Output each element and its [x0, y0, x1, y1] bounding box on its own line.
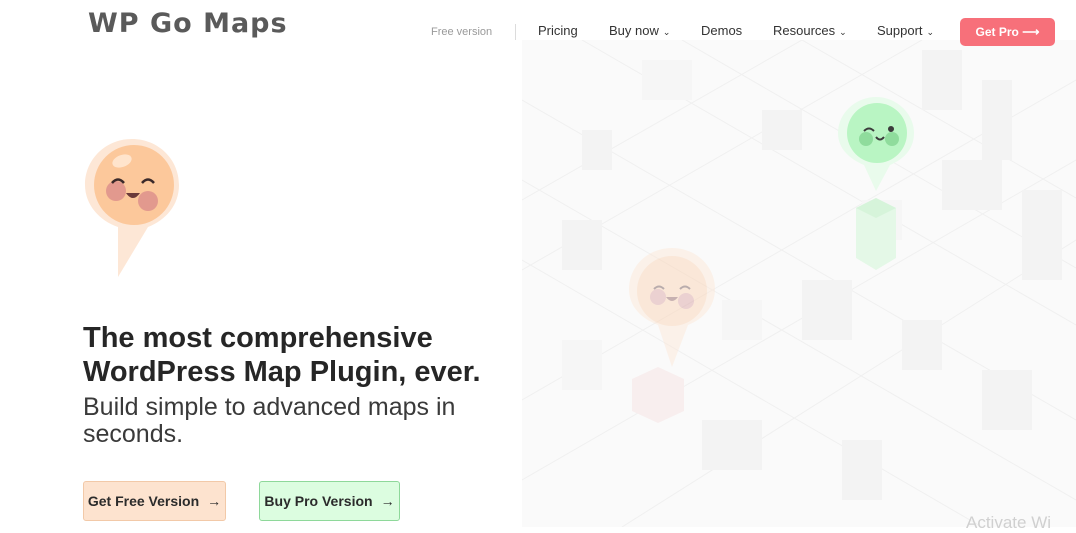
nav-item-buy-now[interactable]: Buy now ⌄ [609, 23, 670, 38]
buy-pro-version-button[interactable]: Buy Pro Version → [259, 481, 400, 521]
nav-item-demos[interactable]: Demos [701, 23, 742, 38]
background-city-illustration [522, 40, 1076, 527]
buy-pro-version-label: Buy Pro Version [264, 493, 373, 509]
activate-windows-watermark: Activate Wi [966, 513, 1052, 532]
get-free-version-label: Get Free Version [87, 493, 200, 509]
chevron-down-icon: ⌄ [926, 27, 935, 37]
nav-item-support[interactable]: Support ⌄ [877, 23, 934, 38]
arrow-right-icon: → [380, 493, 395, 509]
get-pro-button[interactable]: Get Pro ⟶ [960, 18, 1055, 46]
main-nav: Free version Pricing Buy now ⌄ Demos Reso… [0, 18, 1076, 46]
green-building-icon [856, 198, 896, 270]
orange-pin-mascot-icon [85, 139, 179, 277]
free-version-link[interactable]: Free version [431, 26, 492, 38]
nav-item-pricing[interactable]: Pricing [538, 23, 578, 38]
faded-pin-mascot-icon [629, 248, 715, 367]
get-free-version-button[interactable]: Get Free Version → [83, 481, 226, 521]
green-pin-mascot-icon [838, 97, 914, 191]
nav-divider [515, 24, 516, 40]
chevron-down-icon: ⌄ [662, 27, 671, 37]
nav-item-resources[interactable]: Resources ⌄ [773, 23, 847, 38]
chevron-down-icon: ⌄ [839, 27, 847, 37]
hero-title: The most comprehensive WordPress Map Plu… [83, 322, 481, 388]
hero-subtitle: Build simple to advanced maps in seconds… [83, 393, 456, 448]
faded-building-icon [632, 367, 684, 423]
arrow-right-icon: → [207, 493, 222, 509]
